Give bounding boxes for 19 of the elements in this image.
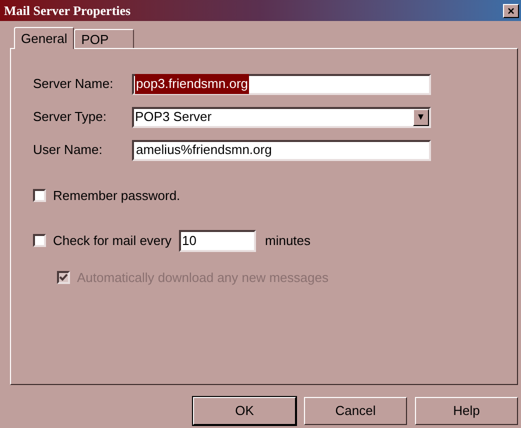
tab[interactable]: General [14,27,74,49]
checkbox[interactable] [33,234,46,247]
dialog-button[interactable]: OK [193,397,296,425]
close-button[interactable]: × [503,4,519,18]
field-label: Server Type: [33,108,108,126]
input-field[interactable]: 10 [179,230,256,252]
input-field[interactable]: pop3.friendsmn.org [132,74,431,94]
window-title: Mail Server Properties [4,2,131,20]
unit-label: minutes [265,232,311,250]
field-label: User Name: [33,141,104,160]
checkbox-label: Remember password. [53,187,180,205]
dialog-button[interactable]: Help [415,397,518,425]
dialog-button[interactable]: Cancel [304,397,407,425]
tab[interactable]: POP [74,29,134,48]
input-field[interactable]: amelius%friendsmn.org [132,140,431,160]
dropdown[interactable]: POP3 Server ▾ [132,106,431,128]
checkbox[interactable] [33,189,46,202]
checkbox-label: Check for mail every [53,232,172,250]
field-label: Server Name: [33,75,114,94]
